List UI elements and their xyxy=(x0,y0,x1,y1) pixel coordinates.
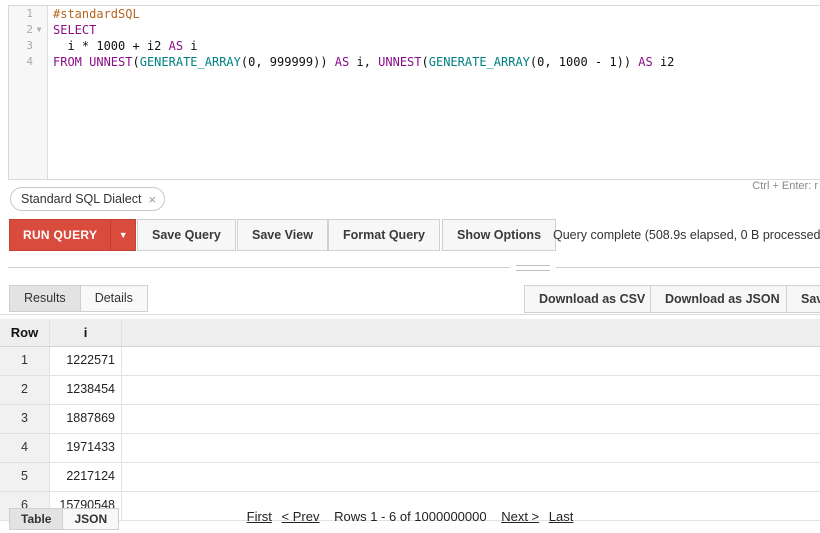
token-plain: i2 xyxy=(652,55,675,69)
cell-filler xyxy=(122,376,820,404)
tab-details[interactable]: Details xyxy=(80,285,148,312)
line-number: 2 ▼ xyxy=(9,22,47,38)
token-keyword: AS xyxy=(334,55,350,69)
show-options-button[interactable]: Show Options xyxy=(442,219,557,251)
run-query-group[interactable]: RUN QUERY ▼ xyxy=(9,219,137,251)
fold-triangle-icon[interactable]: ▼ xyxy=(34,22,44,38)
close-icon[interactable]: × xyxy=(148,193,156,206)
token-plain: (0, 1000 - 1)) xyxy=(529,55,639,69)
run-query-button[interactable]: RUN QUERY xyxy=(10,220,110,250)
table-body: 1 1222571 2 1238454 3 1887869 4 1971433 5 2217124… xyxy=(0,347,820,521)
dialect-chip-label: Standard SQL Dialect xyxy=(21,192,142,206)
pagination-last[interactable]: Last xyxy=(549,509,574,524)
cell-i: 1222571 xyxy=(50,347,122,375)
token-keyword: AS xyxy=(168,39,184,53)
column-header-row: Row xyxy=(0,319,50,346)
download-json-button[interactable]: Download as JSON xyxy=(650,285,795,313)
table-row[interactable]: 5 2217124 xyxy=(0,463,820,492)
results-tabs: Results Details xyxy=(9,285,148,312)
token-plain: ( xyxy=(421,55,429,69)
cell-row-number: 3 xyxy=(0,405,50,433)
token-comment: #standardSQL xyxy=(53,7,140,21)
splitter-grip[interactable] xyxy=(510,263,556,273)
save-view-button[interactable]: Save View xyxy=(237,219,328,251)
pagination-next[interactable]: Next > xyxy=(501,509,539,524)
table-header-row: Row i xyxy=(0,319,820,347)
code-line: SELECT xyxy=(53,22,820,38)
cell-filler xyxy=(122,463,820,491)
format-query-button[interactable]: Format Query xyxy=(328,219,440,251)
cell-i: 2217124 xyxy=(50,463,122,491)
token-plain: ( xyxy=(132,55,140,69)
cell-row-number: 2 xyxy=(0,376,50,404)
splitter-rail xyxy=(8,267,820,268)
token-plain: (0, 999999)) xyxy=(240,55,335,69)
cell-filler xyxy=(122,347,820,375)
sql-editor[interactable]: 1 2 ▼ 3 4 #standardSQL SELECT i * 1000 + i2 A… xyxy=(8,5,820,180)
table-row[interactable]: 4 1971433 xyxy=(0,434,820,463)
cell-filler xyxy=(122,434,820,462)
token-keyword: AS xyxy=(638,55,653,69)
pagination: First < Prev Rows 1 - 6 of 1000000000 Ne… xyxy=(0,509,820,524)
column-header-i: i xyxy=(50,319,122,346)
query-status-text: Query complete (508.9s elapsed, 0 B proc… xyxy=(553,228,820,242)
token-plain: i xyxy=(183,39,198,53)
token-func: GENERATE_ARRAY xyxy=(428,55,530,69)
cell-row-number: 4 xyxy=(0,434,50,462)
results-table: Row i 1 1222571 2 1238454 3 1887869 4 1971433 5 2… xyxy=(0,319,820,521)
query-toolbar: RUN QUERY ▼ Save Query Save View Format … xyxy=(0,219,820,253)
cell-row-number: 1 xyxy=(0,347,50,375)
table-row[interactable]: 1 1222571 xyxy=(0,347,820,376)
code-line: #standardSQL xyxy=(53,6,820,22)
cell-i: 1238454 xyxy=(50,376,122,404)
token-keyword: SELECT xyxy=(53,23,97,37)
token-plain: i, xyxy=(349,55,379,69)
table-header: Row i xyxy=(0,319,820,347)
tab-results[interactable]: Results xyxy=(9,285,81,312)
results-divider xyxy=(0,314,820,315)
line-number: 4 xyxy=(26,55,33,68)
cell-filler xyxy=(122,405,820,433)
code-line: i * 1000 + i2 AS i xyxy=(53,38,820,54)
chevron-down-icon[interactable]: ▼ xyxy=(111,220,135,250)
pagination-range: Rows 1 - 6 of 1000000000 xyxy=(334,509,487,524)
token-keyword: UNNEST xyxy=(378,55,422,69)
token-keyword: FROM UNNEST xyxy=(53,55,133,69)
token-func: GENERATE_ARRAY xyxy=(139,55,241,69)
cell-i: 1971433 xyxy=(50,434,122,462)
pagination-prev[interactable]: < Prev xyxy=(282,509,320,524)
token-plain: i * 1000 + i2 xyxy=(53,39,169,53)
code-line: FROM UNNEST(GENERATE_ARRAY(0, 999999)) A… xyxy=(53,54,820,70)
pagination-first[interactable]: First xyxy=(247,509,272,524)
editor-code-area[interactable]: #standardSQL SELECT i * 1000 + i2 AS i FRO… xyxy=(48,6,820,179)
editor-gutter: 1 2 ▼ 3 4 xyxy=(9,6,48,179)
table-row[interactable]: 3 1887869 xyxy=(0,405,820,434)
dialect-chip[interactable]: Standard SQL Dialect × xyxy=(10,187,166,211)
bigquery-console: 1 2 ▼ 3 4 #standardSQL SELECT i * 1000 + i2 A… xyxy=(0,0,820,533)
save-results-button[interactable]: Sav xyxy=(786,285,820,313)
save-query-button[interactable]: Save Query xyxy=(137,219,236,251)
download-csv-button[interactable]: Download as CSV xyxy=(524,285,661,313)
cell-row-number: 5 xyxy=(0,463,50,491)
line-number: 1 xyxy=(26,7,33,20)
panel-splitter[interactable] xyxy=(8,263,820,273)
table-row[interactable]: 2 1238454 xyxy=(0,376,820,405)
line-number: 3 xyxy=(26,39,33,52)
cell-i: 1887869 xyxy=(50,405,122,433)
column-header-filler xyxy=(122,319,820,346)
